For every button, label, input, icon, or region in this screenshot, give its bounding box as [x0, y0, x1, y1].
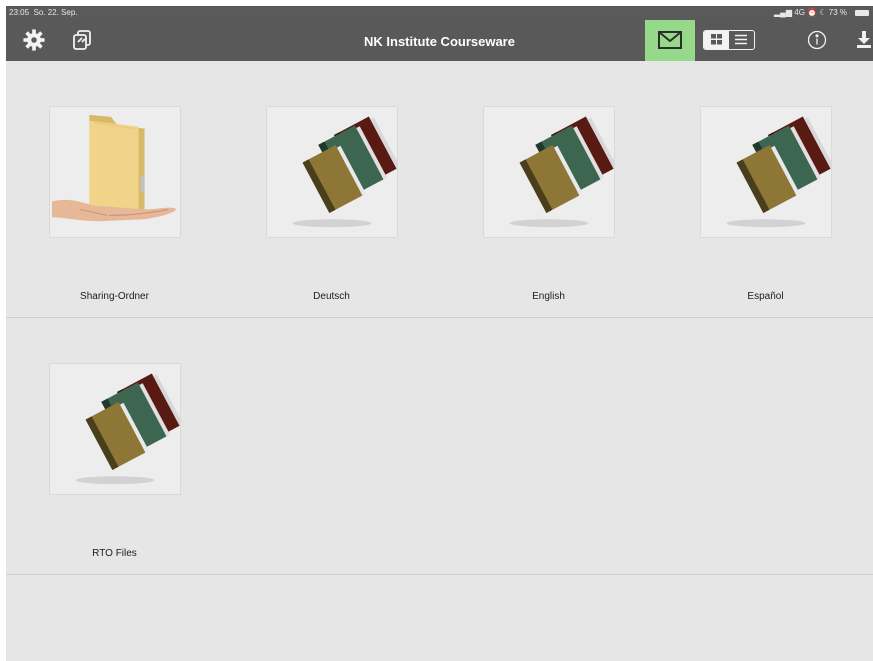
nav-bar: NK Institute Courseware [6, 20, 873, 61]
alarm-icon: ⏰ [807, 8, 818, 17]
folder-item[interactable]: Deutsch [223, 61, 440, 317]
battery-label: 73 % [828, 8, 847, 17]
grid-view-icon [711, 34, 722, 45]
folder-label: RTO Files [92, 548, 137, 559]
status-bar: 23:05 So. 22. Sep. ▂▄▆ 4G ⏰ ☾ 73 % [6, 6, 873, 20]
folder-item[interactable]: Español [657, 61, 873, 317]
books-icon [48, 363, 181, 495]
network-label: 4G [794, 8, 805, 17]
signal-icon: ▂▄▆ [774, 8, 793, 17]
folder-label: Español [747, 291, 784, 302]
books-icon [482, 106, 615, 238]
download-icon[interactable] [856, 30, 872, 55]
folder-item[interactable]: English [440, 61, 657, 317]
grid-view-button[interactable] [704, 31, 729, 49]
mail-button[interactable] [645, 20, 695, 61]
list-view-icon [735, 34, 747, 45]
view-toggle [703, 30, 755, 50]
folder-row: RTO Files [6, 318, 873, 575]
folder-item[interactable]: Sharing-Ordner [6, 61, 223, 317]
status-time-date: 23:05 So. 22. Sep. [9, 8, 78, 17]
books-icon [699, 106, 832, 238]
folder-row: Sharing-Ordner Deutsch English Español [6, 61, 873, 318]
folder-label: Deutsch [313, 291, 350, 302]
books-icon [265, 106, 398, 238]
list-view-button[interactable] [729, 31, 753, 49]
status-right: ▂▄▆ 4G ⏰ ☾ 73 % [774, 6, 847, 20]
battery-icon [855, 10, 869, 16]
folder-item[interactable]: RTO Files [6, 318, 223, 574]
folder-label: Sharing-Ordner [80, 291, 149, 302]
info-icon[interactable] [807, 30, 827, 55]
mail-icon [658, 31, 682, 49]
app-screen: 23:05 So. 22. Sep. ▂▄▆ 4G ⏰ ☾ 73 % NK In… [6, 6, 873, 661]
shared-folder-icon [48, 106, 181, 238]
moon-icon: ☾ [819, 8, 827, 17]
folder-label: English [532, 291, 565, 302]
